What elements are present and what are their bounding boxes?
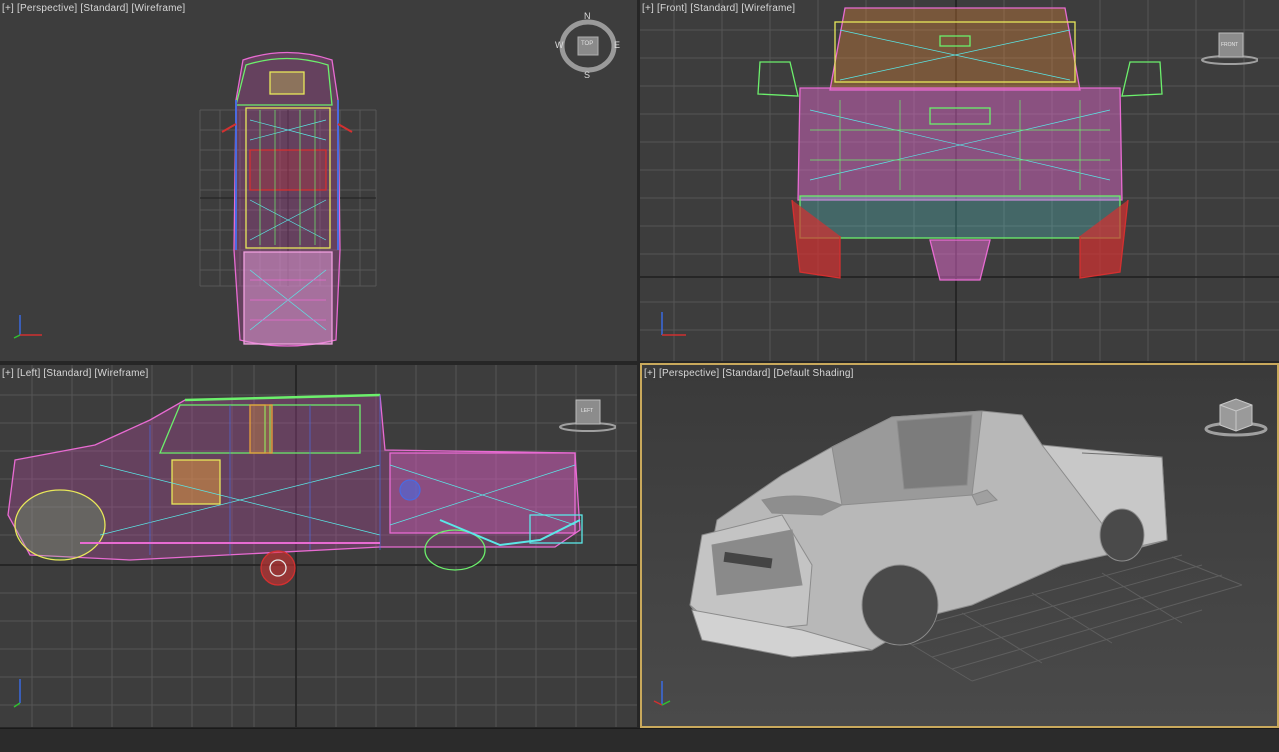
wireframe-left-view — [0, 365, 637, 727]
viewport-menu-pov[interactable]: [Left] — [17, 368, 40, 379]
viewport-menu-shading[interactable]: [Wireframe] — [95, 368, 149, 379]
axis-tripod-icon — [13, 315, 42, 339]
viewcube-icon[interactable]: FRONT — [1198, 28, 1258, 68]
viewport-menu-shading[interactable]: [Wireframe] — [132, 3, 186, 14]
viewport-menu-plus[interactable]: [+] — [2, 368, 14, 379]
viewcube-left-face[interactable]: LEFT — [581, 408, 593, 414]
axis-tripod-icon — [653, 681, 671, 706]
viewcube-icon[interactable] — [1202, 395, 1270, 439]
wireframe-top-view — [13, 51, 377, 347]
viewcube-front-face[interactable]: FRONT — [1221, 42, 1238, 48]
status-bar — [0, 728, 1279, 752]
viewport-menu-mode[interactable]: [Standard] — [690, 3, 738, 14]
compass-north: N — [584, 11, 591, 21]
viewcube-icon[interactable]: LEFT — [556, 397, 616, 437]
viewport-bottom-left[interactable]: [+] [Left] [Standard] [Wireframe] LEFT — [0, 365, 637, 727]
viewport-menu-shading[interactable]: [Wireframe] — [741, 3, 795, 14]
viewport-menu-shading[interactable]: [Default Shading] — [774, 368, 854, 379]
compass-east: E — [614, 40, 621, 50]
viewport-bottom-right-active[interactable]: [+] [Perspective] [Standard] [Default Sh… — [640, 363, 1279, 728]
viewcube-top-face[interactable]: TOP — [581, 41, 593, 47]
viewport-label: [+] [Front] [Standard] [Wireframe] — [642, 3, 795, 14]
viewcube-icon[interactable]: TOP N S E W — [553, 11, 623, 82]
viewport-menu-pov[interactable]: [Perspective] — [659, 368, 719, 379]
viewport-menu-pov[interactable]: [Perspective] — [17, 3, 77, 14]
viewport-menu-mode[interactable]: [Standard] — [80, 3, 128, 14]
viewport-menu-mode[interactable]: [Standard] — [43, 368, 91, 379]
axis-tripod-icon — [13, 679, 21, 708]
viewport-top-left[interactable]: [+] [Perspective] [Standard] [Wireframe] — [0, 0, 637, 361]
viewport-menu-plus[interactable]: [+] — [2, 3, 14, 14]
viewport-top-right[interactable]: [+] [Front] [Standard] [Wireframe] FRONT — [640, 0, 1279, 361]
viewport-label: [+] [Perspective] [Standard] [Wireframe] — [2, 3, 185, 14]
compass-south: S — [584, 70, 591, 80]
wireframe-front-view — [640, 0, 1279, 361]
viewport-label: [+] [Perspective] [Standard] [Default Sh… — [644, 368, 854, 379]
compass-west: W — [555, 40, 564, 50]
viewport-menu-mode[interactable]: [Standard] — [722, 368, 770, 379]
viewport-menu-plus[interactable]: [+] — [642, 3, 654, 14]
viewport-label: [+] [Left] [Standard] [Wireframe] — [2, 368, 148, 379]
viewport-menu-plus[interactable]: [+] — [644, 368, 656, 379]
shaded-perspective-view — [653, 410, 1243, 706]
viewport-menu-pov[interactable]: [Front] — [657, 3, 687, 14]
